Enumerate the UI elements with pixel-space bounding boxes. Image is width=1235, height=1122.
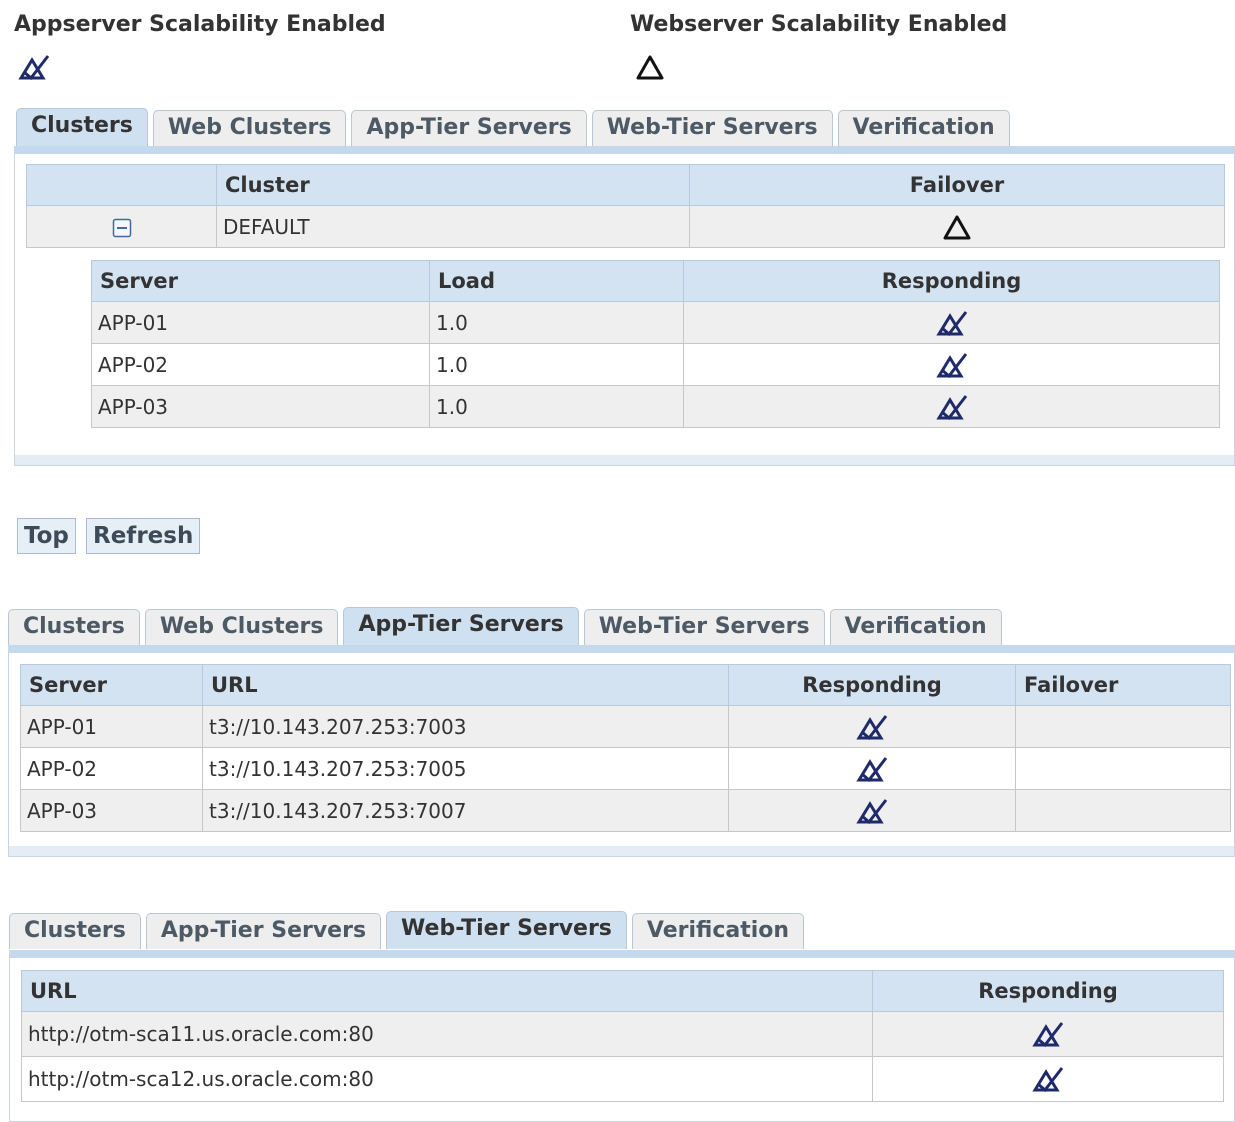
server-column-header: Server — [20, 664, 203, 706]
server-name: APP-02 — [20, 747, 203, 790]
section3-tabbar: Clusters App-Tier Servers Web-Tier Serve… — [9, 911, 809, 949]
app-tier-servers-table: Server URL Responding Failover APP-01 t3… — [20, 664, 1231, 832]
triangle-warning-icon — [634, 52, 666, 82]
failover-value — [1015, 705, 1231, 748]
tab-web-tier-servers[interactable]: Web-Tier Servers — [583, 609, 825, 645]
checkmark-icon — [18, 52, 50, 82]
checkmark-icon — [1032, 1064, 1064, 1094]
checkmark-icon — [856, 712, 888, 742]
tab-web-tier-servers[interactable]: Web-Tier Servers — [386, 911, 627, 949]
tab-verification[interactable]: Verification — [829, 609, 1002, 645]
web-tier-servers-table: URL Responding http://otm-sca11.us.oracl… — [21, 970, 1224, 1102]
checkmark-icon — [1032, 1019, 1064, 1049]
table-row: APP-03 t3://10.143.207.253:7007 — [20, 789, 1231, 832]
checkmark-icon — [935, 392, 968, 422]
webserver-scalability-label: Webserver Scalability Enabled — [630, 12, 1008, 37]
failover-column-header: Failover — [1015, 664, 1231, 706]
server-url: t3://10.143.207.253:7007 — [202, 789, 729, 832]
checkmark-icon — [856, 796, 888, 826]
server-name: APP-03 — [91, 385, 430, 428]
section2-tabbar: Clusters Web Clusters App-Tier Servers W… — [8, 607, 1007, 645]
tab-clusters[interactable]: Clusters — [16, 108, 148, 146]
tab-verification[interactable]: Verification — [837, 110, 1010, 146]
table-row: DEFAULT — [26, 205, 1225, 248]
table-row: APP-01 1.0 — [91, 301, 1220, 344]
tab-app-tier-servers[interactable]: App-Tier Servers — [145, 913, 382, 949]
refresh-button[interactable]: Refresh — [86, 518, 201, 554]
checkmark-icon — [935, 308, 968, 338]
cluster-column-header: Cluster — [216, 164, 690, 206]
web-server-url: http://otm-sca12.us.oracle.com:80 — [21, 1056, 873, 1102]
tab-app-tier-servers[interactable]: App-Tier Servers — [351, 110, 587, 146]
table-row: APP-02 t3://10.143.207.253:7005 — [20, 747, 1231, 790]
failover-value — [1015, 747, 1231, 790]
blank-header — [26, 164, 217, 206]
cluster-servers-table: Server Load Responding APP-01 1.0 APP-02… — [91, 260, 1220, 428]
url-column-header: URL — [21, 970, 873, 1012]
responding-column-header: Responding — [872, 970, 1224, 1012]
table-row: http://otm-sca12.us.oracle.com:80 — [21, 1056, 1224, 1102]
url-column-header: URL — [202, 664, 729, 706]
server-load: 1.0 — [429, 385, 684, 428]
collapse-minus-icon[interactable] — [112, 218, 132, 238]
server-url: t3://10.143.207.253:7005 — [202, 747, 729, 790]
triangle-warning-icon — [941, 212, 973, 242]
appserver-scalability-label: Appserver Scalability Enabled — [14, 12, 386, 37]
checkmark-icon — [935, 350, 968, 380]
server-url: t3://10.143.207.253:7003 — [202, 705, 729, 748]
server-name: APP-01 — [20, 705, 203, 748]
tab-verification[interactable]: Verification — [631, 913, 805, 949]
table-row: APP-02 1.0 — [91, 343, 1220, 386]
table-row: APP-01 t3://10.143.207.253:7003 — [20, 705, 1231, 748]
table-row: http://otm-sca11.us.oracle.com:80 — [21, 1011, 1224, 1057]
server-load: 1.0 — [429, 301, 684, 344]
web-server-url: http://otm-sca11.us.oracle.com:80 — [21, 1011, 873, 1057]
tab-web-clusters[interactable]: Web Clusters — [144, 609, 339, 645]
responding-column-header: Responding — [683, 260, 1220, 302]
top-button[interactable]: Top — [17, 518, 76, 554]
tab-web-tier-servers[interactable]: Web-Tier Servers — [591, 110, 833, 146]
tab-clusters[interactable]: Clusters — [9, 913, 141, 949]
table-row: APP-03 1.0 — [91, 385, 1220, 428]
failover-value — [1015, 789, 1231, 832]
server-column-header: Server — [91, 260, 430, 302]
tab-web-clusters[interactable]: Web Clusters — [152, 110, 347, 146]
tab-clusters[interactable]: Clusters — [8, 609, 140, 645]
section1-tabbar: Clusters Web Clusters App-Tier Servers W… — [16, 108, 1015, 146]
server-name: APP-03 — [20, 789, 203, 832]
responding-column-header: Responding — [728, 664, 1016, 706]
clusters-table: Cluster Failover DEFAULT — [26, 164, 1225, 248]
tab-app-tier-servers[interactable]: App-Tier Servers — [343, 607, 579, 645]
server-name: APP-01 — [91, 301, 430, 344]
server-name: APP-02 — [91, 343, 430, 386]
checkmark-icon — [856, 754, 888, 784]
cluster-name: DEFAULT — [216, 205, 690, 248]
server-load: 1.0 — [429, 343, 684, 386]
load-column-header: Load — [429, 260, 684, 302]
failover-column-header: Failover — [689, 164, 1225, 206]
